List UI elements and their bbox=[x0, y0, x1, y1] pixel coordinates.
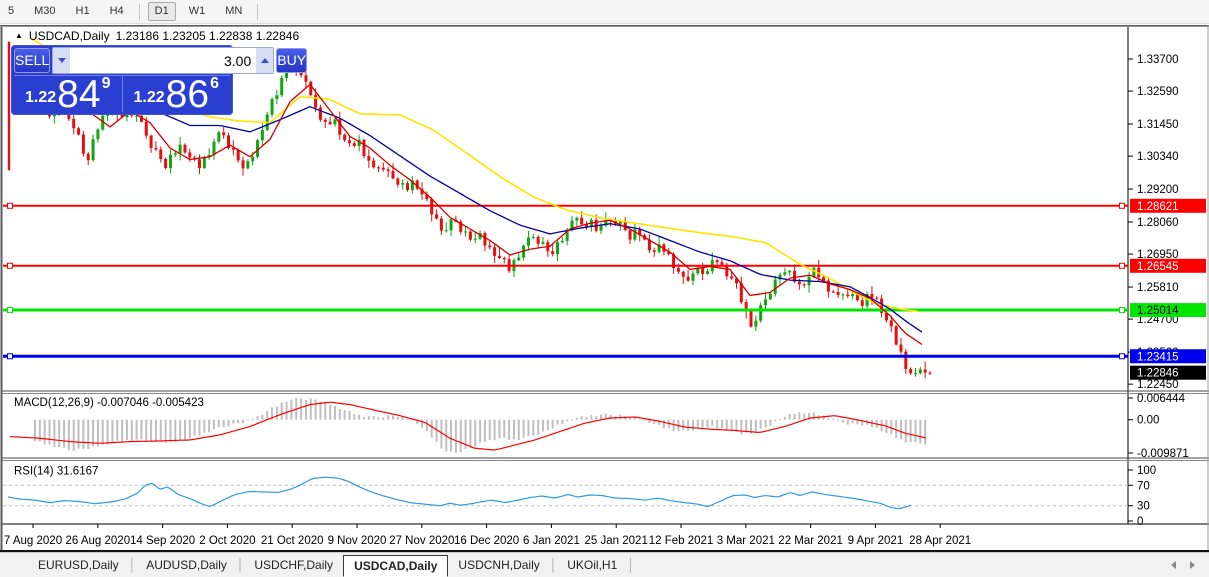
svg-text:1.23415: 1.23415 bbox=[1137, 351, 1179, 363]
tab-separator: │ bbox=[129, 558, 137, 572]
chart-title: ▲ USDCAD,Daily 1.23186 1.23205 1.22838 1… bbox=[15, 29, 299, 43]
trade-panel-controls: SELL BUY bbox=[14, 48, 230, 73]
tabs-scroll-left-button[interactable] bbox=[1171, 561, 1176, 569]
svg-text:1.28621: 1.28621 bbox=[1137, 201, 1179, 213]
svg-text:21 Oct 2020: 21 Oct 2020 bbox=[261, 535, 324, 547]
chart-tabs: EURUSD,Daily│AUDUSD,Daily│USDCHF,DailyUS… bbox=[28, 553, 635, 577]
terminal-screen: 1.33700 1.32590 1.31450 1.30340 1.29200 1.280… bbox=[0, 0, 1209, 577]
triangle-up-icon bbox=[261, 58, 269, 63]
svg-text:1.25014: 1.25014 bbox=[1137, 305, 1179, 317]
tab-separator: │ bbox=[237, 558, 245, 572]
svg-text:100: 100 bbox=[1137, 465, 1156, 477]
sell-button[interactable]: SELL bbox=[14, 48, 50, 73]
collapse-triangle-icon[interactable]: ▲ bbox=[15, 32, 23, 40]
svg-text:6 Jan 2021: 6 Jan 2021 bbox=[523, 535, 580, 547]
buy-price-prefix: 1.22 bbox=[134, 89, 165, 107]
sell-price-big: 84 bbox=[57, 78, 100, 111]
current-price-label: 1.22846 bbox=[1130, 366, 1206, 380]
svg-text:27 Nov 2020: 27 Nov 2020 bbox=[389, 535, 454, 547]
svg-text:1.22846: 1.22846 bbox=[1137, 368, 1179, 380]
rsi-label: RSI(14) 31.6167 bbox=[14, 466, 98, 478]
date-axis[interactable]: 7 Aug 2020 26 Aug 202014 Sep 2020 2 Oct 20… bbox=[1, 524, 1209, 547]
svg-text:30: 30 bbox=[1137, 501, 1150, 513]
svg-text:0.00: 0.00 bbox=[1137, 415, 1159, 427]
buy-price-sup: 6 bbox=[210, 75, 219, 93]
toolbar-separator bbox=[257, 4, 258, 20]
tab-separator: │ bbox=[550, 558, 558, 572]
svg-text:1.22450: 1.22450 bbox=[1137, 379, 1179, 391]
volume-increase-button[interactable] bbox=[256, 48, 273, 73]
svg-text:28 Apr 2021: 28 Apr 2021 bbox=[909, 535, 971, 547]
timeframe-toolbar: 5 M30 H1 H4 D1 W1 MN bbox=[0, 0, 1209, 24]
toolbar-separator bbox=[139, 4, 140, 20]
horizontal-lines[interactable] bbox=[3, 203, 1128, 358]
rsi-panel[interactable]: 100 70 30 0 RSI(14) 31.6167 bbox=[3, 462, 1156, 529]
price-line-label: 1.26545 bbox=[1130, 259, 1206, 273]
timeframe-button-m30[interactable]: M30 bbox=[27, 2, 62, 21]
svg-text:14 Sep 2020: 14 Sep 2020 bbox=[130, 535, 195, 547]
trade-panel-prices: 1.22 84 9 1.22 86 6 bbox=[14, 75, 230, 112]
triangle-down-icon bbox=[58, 58, 66, 63]
svg-text:1.31450: 1.31450 bbox=[1137, 119, 1179, 131]
svg-text:-0.009871: -0.009871 bbox=[1137, 448, 1189, 460]
volume-decrease-button[interactable] bbox=[53, 48, 70, 73]
sell-price-sup: 9 bbox=[102, 75, 111, 93]
tab-scroll-controls bbox=[1171, 553, 1195, 577]
tab-eurusd-daily[interactable]: EURUSD,Daily bbox=[28, 554, 129, 576]
sell-price-prefix: 1.22 bbox=[25, 89, 56, 107]
svg-text:2 Oct 2020: 2 Oct 2020 bbox=[199, 535, 255, 547]
svg-text:0.006444: 0.006444 bbox=[1137, 393, 1186, 405]
chart-symbol-label: USDCAD,Daily bbox=[29, 29, 110, 43]
price-line-label: 1.28621 bbox=[1130, 199, 1206, 213]
svg-text:25 Jan 2021: 25 Jan 2021 bbox=[585, 535, 648, 547]
tab-audusd-daily[interactable]: AUDUSD,Daily bbox=[136, 554, 237, 576]
buy-button[interactable]: BUY bbox=[276, 48, 307, 73]
timeframe-button-5[interactable]: 5 bbox=[1, 2, 21, 21]
tab-ukoil-h1[interactable]: UKOil,H1 bbox=[557, 554, 627, 576]
price-line-label: 1.23415 bbox=[1130, 349, 1206, 363]
chart-tabs-bar: EURUSD,Daily│AUDUSD,Daily│USDCHF,DailyUS… bbox=[0, 552, 1209, 577]
buy-price-big: 86 bbox=[166, 78, 209, 111]
svg-text:3 Mar 2021: 3 Mar 2021 bbox=[717, 535, 775, 547]
svg-text:1.30340: 1.30340 bbox=[1137, 151, 1179, 163]
sell-price[interactable]: 1.22 84 9 bbox=[14, 75, 122, 112]
tabs-scroll-right-button[interactable] bbox=[1190, 561, 1195, 569]
svg-text:1.26545: 1.26545 bbox=[1137, 261, 1179, 273]
svg-text:1.28060: 1.28060 bbox=[1137, 217, 1179, 229]
tab-usdcnh-daily[interactable]: USDCNH,Daily bbox=[448, 554, 549, 576]
timeframe-button-h4[interactable]: H4 bbox=[103, 2, 131, 21]
one-click-trading-panel: SELL BUY 1.22 84 9 1.22 86 6 bbox=[11, 45, 233, 115]
tab-usdchf-daily[interactable]: USDCHF,Daily bbox=[244, 554, 343, 576]
svg-text:22 Mar 2021: 22 Mar 2021 bbox=[778, 535, 843, 547]
svg-text:9 Nov 2020: 9 Nov 2020 bbox=[328, 535, 387, 547]
svg-text:9 Apr 2021: 9 Apr 2021 bbox=[848, 535, 904, 547]
tab-separator: │ bbox=[627, 558, 635, 572]
svg-text:70: 70 bbox=[1137, 480, 1150, 492]
timeframe-button-h1[interactable]: H1 bbox=[69, 2, 97, 21]
price-line-label: 1.25014 bbox=[1130, 303, 1206, 317]
svg-text:7 Aug 2020: 7 Aug 2020 bbox=[4, 535, 62, 547]
timeframe-button-w1[interactable]: W1 bbox=[182, 2, 213, 21]
timeframe-button-mn[interactable]: MN bbox=[218, 2, 249, 21]
tab-usdcad-daily[interactable]: USDCAD,Daily bbox=[343, 555, 448, 577]
buy-price[interactable]: 1.22 86 6 bbox=[122, 75, 231, 112]
svg-text:16 Dec 2020: 16 Dec 2020 bbox=[454, 535, 519, 547]
macd-panel[interactable]: MACD(12,26,9) -0.007046 -0.005423 0.00644… bbox=[10, 393, 1189, 460]
svg-text:0: 0 bbox=[1137, 516, 1143, 528]
chart-ohlc-values: 1.23186 1.23205 1.22838 1.22846 bbox=[116, 29, 300, 43]
volume-spinner bbox=[52, 47, 274, 74]
macd-label: MACD(12,26,9) -0.007046 -0.005423 bbox=[14, 397, 204, 409]
svg-text:26 Aug 2020: 26 Aug 2020 bbox=[66, 535, 131, 547]
svg-text:1.32590: 1.32590 bbox=[1137, 86, 1179, 98]
svg-text:1.33700: 1.33700 bbox=[1137, 54, 1179, 66]
svg-text:1.25810: 1.25810 bbox=[1137, 282, 1179, 294]
svg-text:1.29200: 1.29200 bbox=[1137, 184, 1179, 196]
svg-text:12 Feb 2021: 12 Feb 2021 bbox=[649, 535, 714, 547]
volume-input[interactable] bbox=[70, 48, 256, 73]
timeframe-button-d1[interactable]: D1 bbox=[148, 2, 176, 21]
